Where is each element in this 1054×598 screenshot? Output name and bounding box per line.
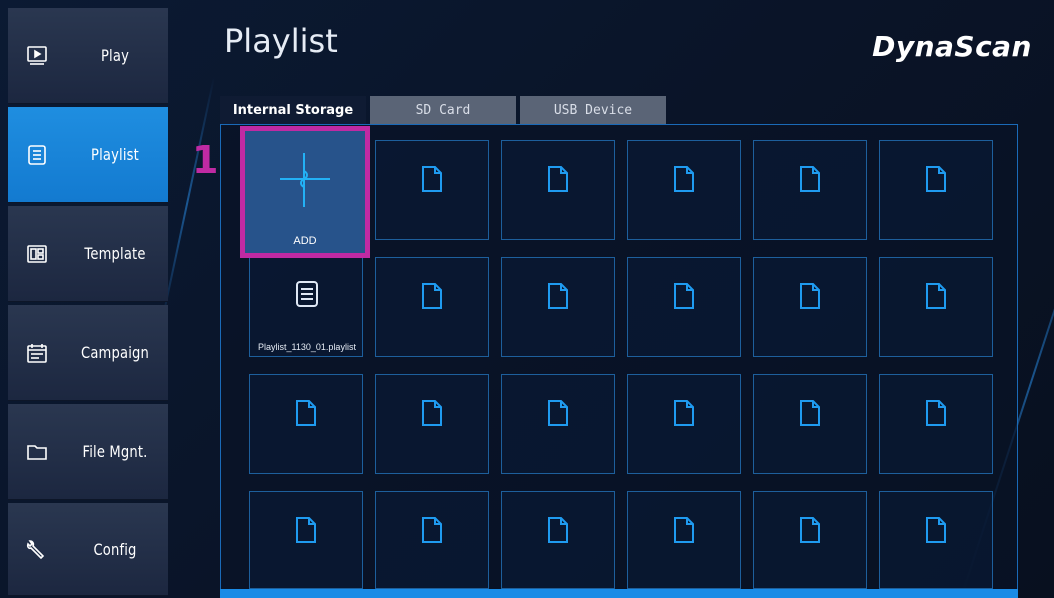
- file-icon: [548, 166, 568, 192]
- add-label: ADD: [293, 235, 317, 247]
- file-icon: [422, 517, 442, 543]
- wrench-icon: [26, 538, 48, 560]
- empty-slot[interactable]: [879, 257, 993, 357]
- sidebar-item-campaign[interactable]: Campaign: [8, 305, 168, 401]
- file-icon: [548, 400, 568, 426]
- campaign-icon: [26, 342, 48, 364]
- empty-slot[interactable]: [753, 374, 867, 474]
- file-icon: [800, 166, 820, 192]
- sidebar-item-config[interactable]: Config: [8, 503, 168, 596]
- empty-slot[interactable]: [627, 140, 741, 240]
- file-icon: [800, 283, 820, 309]
- sidebar-item-label: File Mgnt.: [82, 442, 148, 461]
- empty-slot[interactable]: [879, 140, 993, 240]
- empty-slot[interactable]: [375, 374, 489, 474]
- sidebar-item-file-mgnt[interactable]: File Mgnt.: [8, 404, 168, 500]
- playlist-file-icon: [296, 281, 318, 307]
- file-icon: [926, 166, 946, 192]
- empty-slot[interactable]: [501, 491, 615, 589]
- brand-logo: DynaScan: [872, 30, 1032, 63]
- plus-icon: [280, 153, 330, 207]
- empty-slot[interactable]: [627, 257, 741, 357]
- file-icon: [674, 166, 694, 192]
- playlist-icon: [26, 144, 48, 166]
- empty-slot[interactable]: [627, 491, 741, 589]
- file-icon: [548, 517, 568, 543]
- scroll-bar[interactable]: [220, 589, 1018, 598]
- file-icon: [800, 400, 820, 426]
- file-icon: [548, 283, 568, 309]
- file-icon: [296, 400, 316, 426]
- empty-slot[interactable]: [501, 374, 615, 474]
- folder-icon: [26, 441, 48, 463]
- empty-slot[interactable]: [879, 491, 993, 589]
- playlist-filename: Playlist_1130_01.playlist: [258, 342, 356, 352]
- sidebar-item-play[interactable]: Play: [8, 8, 168, 104]
- empty-slot[interactable]: [753, 491, 867, 589]
- empty-slot[interactable]: [753, 140, 867, 240]
- step-marker: 1: [192, 138, 219, 182]
- empty-slot[interactable]: [501, 140, 615, 240]
- empty-slot[interactable]: [375, 140, 489, 240]
- file-icon: [926, 400, 946, 426]
- file-icon: [296, 517, 316, 543]
- play-icon: [26, 45, 48, 67]
- file-icon: [422, 400, 442, 426]
- sidebar-item-playlist[interactable]: Playlist: [8, 107, 168, 203]
- empty-slot[interactable]: [879, 374, 993, 474]
- file-icon: [674, 283, 694, 309]
- empty-slot[interactable]: [249, 491, 363, 589]
- file-icon: [926, 283, 946, 309]
- sidebar-item-label: Template: [84, 244, 146, 263]
- app-screen: Play Playlist Template Campaign File Mgn…: [0, 0, 1054, 598]
- file-icon: [422, 283, 442, 309]
- sidebar-item-template[interactable]: Template: [8, 206, 168, 302]
- file-icon: [926, 517, 946, 543]
- empty-slot[interactable]: [627, 374, 741, 474]
- playlist-item[interactable]: Playlist_1130_01.playlist: [249, 257, 363, 357]
- tab-sd-card[interactable]: SD Card: [370, 96, 516, 124]
- file-icon: [422, 166, 442, 192]
- sidebar-item-label: Campaign: [81, 343, 149, 362]
- file-icon: [674, 400, 694, 426]
- empty-slot[interactable]: [501, 257, 615, 357]
- empty-slot[interactable]: [249, 374, 363, 474]
- empty-slot[interactable]: [375, 491, 489, 589]
- sidebar-item-label: Config: [93, 539, 137, 559]
- tab-usb-device[interactable]: USB Device: [520, 96, 666, 124]
- empty-slot[interactable]: [753, 257, 867, 357]
- page-title: Playlist: [224, 22, 338, 60]
- sidebar-item-label: Play: [100, 46, 130, 65]
- add-playlist-button[interactable]: ADD: [240, 126, 370, 258]
- tab-internal-storage[interactable]: Internal Storage: [220, 96, 366, 124]
- sidebar: Play Playlist Template Campaign File Mgn…: [8, 8, 168, 596]
- file-icon: [674, 517, 694, 543]
- sidebar-item-label: Playlist: [91, 145, 139, 164]
- template-icon: [26, 243, 48, 265]
- empty-slot[interactable]: [375, 257, 489, 357]
- file-icon: [800, 517, 820, 543]
